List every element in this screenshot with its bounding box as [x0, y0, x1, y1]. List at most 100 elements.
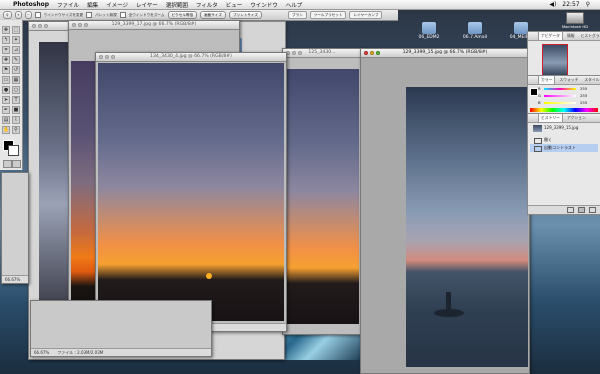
shape-tool-icon[interactable]: ■ — [12, 106, 20, 114]
history-step-auto-contrast[interactable]: 自動コントラスト — [530, 144, 598, 152]
eyedropper-tool-icon[interactable]: ⌇ — [12, 116, 20, 124]
tab-color[interactable]: カラー — [538, 76, 556, 84]
palette-tab-brushes[interactable]: ブラシ — [288, 11, 307, 19]
notes-tool-icon[interactable]: ▤ — [2, 116, 10, 124]
palette-tab-tool-presets[interactable]: ツールプリセット — [309, 11, 347, 19]
menu-file[interactable]: ファイル — [57, 1, 79, 9]
r-value[interactable]: 255 — [580, 86, 587, 91]
history-step-open[interactable]: 開く — [530, 136, 598, 144]
brush-tool-icon[interactable]: ✎ — [12, 56, 20, 64]
document-window-lower[interactable]: 66.67% ファイル : 2.03M/2.03M — [30, 300, 212, 357]
new-document-icon[interactable] — [567, 207, 574, 213]
minimize-icon[interactable] — [292, 51, 296, 55]
desktop-folder-1[interactable]: 06_EDM2 — [410, 22, 448, 40]
close-icon[interactable] — [99, 55, 103, 59]
menu-select[interactable]: 選択範囲 — [166, 1, 188, 9]
blur-tool-icon[interactable]: ● — [2, 86, 10, 94]
menu-window[interactable]: ウインドウ — [250, 1, 278, 9]
move-tool-icon[interactable]: ✥ — [2, 26, 10, 34]
zoom-icon[interactable] — [44, 24, 48, 28]
window-titlebar[interactable]: 129_3399_17.jpg @ 66.7% (RGB/8#) — [69, 21, 239, 30]
minimize-icon[interactable] — [38, 24, 42, 28]
volume-icon[interactable]: ◀) — [549, 1, 556, 8]
b-slider[interactable] — [544, 102, 576, 104]
window-titlebar[interactable]: 125_3430... — [283, 49, 361, 58]
tab-info[interactable]: 情報 — [565, 32, 577, 40]
healing-tool-icon[interactable]: ✚ — [2, 56, 10, 64]
lasso-tool-icon[interactable]: ϟ — [2, 36, 10, 44]
trash-icon[interactable] — [589, 207, 596, 213]
hand-tool-icon[interactable]: ✋ — [2, 126, 10, 134]
r-slider[interactable] — [544, 88, 576, 90]
document-canvas[interactable] — [285, 69, 359, 324]
ignore-palettes-checkbox[interactable] — [86, 12, 93, 18]
navigator-thumbnail[interactable] — [542, 44, 568, 78]
document-window-125_3430[interactable]: 125_3430... — [282, 48, 362, 335]
zoom-out-icon[interactable]: − — [24, 11, 32, 19]
clock[interactable]: 22:57 — [562, 1, 579, 8]
resize-windows-checkbox[interactable] — [34, 12, 41, 18]
tab-actions[interactable]: アクション — [565, 114, 588, 122]
color-ramp[interactable] — [530, 108, 598, 112]
standard-mode-icon[interactable] — [3, 160, 12, 168]
g-slider[interactable] — [544, 95, 576, 97]
eraser-tool-icon[interactable]: ▭ — [2, 76, 10, 84]
tab-navigator[interactable]: ナビゲータ — [538, 32, 563, 40]
desktop-folder-2[interactable]: 06.7.Amail — [456, 22, 494, 40]
minimize-icon[interactable] — [78, 23, 82, 27]
zoom-icon[interactable] — [84, 23, 88, 27]
document-canvas[interactable] — [406, 87, 528, 367]
menu-help[interactable]: ヘルプ — [286, 1, 303, 9]
magic-wand-tool-icon[interactable]: ✦ — [12, 36, 20, 44]
menu-edit[interactable]: 編集 — [87, 1, 98, 9]
tab-histogram[interactable]: ヒストグラム — [579, 32, 600, 40]
document-canvas[interactable] — [98, 63, 284, 321]
minimize-icon[interactable] — [370, 51, 374, 55]
history-snapshot[interactable]: 129_3399_15.jpg — [530, 124, 598, 134]
dodge-tool-icon[interactable]: ○ — [12, 86, 20, 94]
stamp-tool-icon[interactable]: ⚑ — [2, 66, 10, 74]
quick-mask-icon[interactable] — [12, 160, 21, 168]
type-tool-icon[interactable]: T — [12, 96, 20, 104]
close-icon[interactable] — [72, 23, 76, 27]
zoom-in-icon[interactable]: + — [14, 11, 22, 19]
color-foreground-swatch[interactable] — [530, 88, 538, 96]
print-size-button[interactable]: プリントサイズ — [228, 11, 263, 19]
document-window-129_3399_15[interactable]: 129_3399_15.jpg @ 66.7% (RGB/8#) — [360, 48, 530, 374]
hard-disk[interactable]: Macintosh HD — [560, 12, 590, 29]
document-window-134_3430_4[interactable]: 134_3430_4.jpg @ 66.7% (RGB/8#) 66.67%ファ… — [95, 52, 287, 332]
b-value[interactable]: 255 — [580, 100, 587, 105]
marquee-tool-icon[interactable]: ⬚ — [12, 26, 20, 34]
tab-history[interactable]: ヒストリー — [538, 114, 563, 122]
zoom-icon[interactable] — [111, 55, 115, 59]
menu-image[interactable]: イメージ — [106, 1, 128, 9]
path-selection-tool-icon[interactable]: ➤ — [2, 96, 10, 104]
zoom-icon[interactable] — [298, 51, 302, 55]
window-titlebar[interactable]: 129_3399_15.jpg @ 66.7% (RGB/8#) — [361, 49, 529, 58]
menu-view[interactable]: ビュー — [226, 1, 243, 9]
close-icon[interactable] — [32, 24, 36, 28]
pen-tool-icon[interactable]: ✒ — [2, 106, 10, 114]
document-window-left-edge[interactable]: 66.67% — [1, 172, 29, 284]
close-icon[interactable] — [364, 51, 368, 55]
tab-swatches[interactable]: スウォッチ — [557, 76, 580, 84]
tab-styles[interactable]: スタイル — [582, 76, 600, 84]
app-menu[interactable]: Photoshop — [13, 1, 49, 8]
menu-filter[interactable]: フィルタ — [196, 1, 218, 9]
g-value[interactable]: 255 — [580, 93, 587, 98]
minimize-icon[interactable] — [105, 55, 109, 59]
window-titlebar[interactable]: 134_3430_4.jpg @ 66.7% (RGB/8#) — [96, 53, 286, 62]
actual-pixels-button[interactable]: ピクセル等倍 — [167, 11, 198, 19]
slice-tool-icon[interactable]: ⊿ — [12, 46, 20, 54]
fit-screen-button[interactable]: 画面サイズ — [200, 11, 226, 19]
spotlight-icon[interactable]: ⚲ — [586, 1, 590, 8]
gradient-tool-icon[interactable]: ▦ — [12, 76, 20, 84]
crop-tool-icon[interactable]: ⌗ — [2, 46, 10, 54]
history-brush-tool-icon[interactable]: ↺ — [12, 66, 20, 74]
zoom-tool-icon[interactable]: ⚲ — [3, 11, 12, 19]
palette-tab-layer-comps[interactable]: レイヤーカンプ — [349, 11, 383, 19]
new-snapshot-icon[interactable] — [578, 207, 585, 213]
zoom-all-checkbox[interactable] — [119, 12, 126, 18]
menu-layer[interactable]: レイヤー — [136, 1, 158, 9]
zoom-icon[interactable] — [376, 51, 380, 55]
